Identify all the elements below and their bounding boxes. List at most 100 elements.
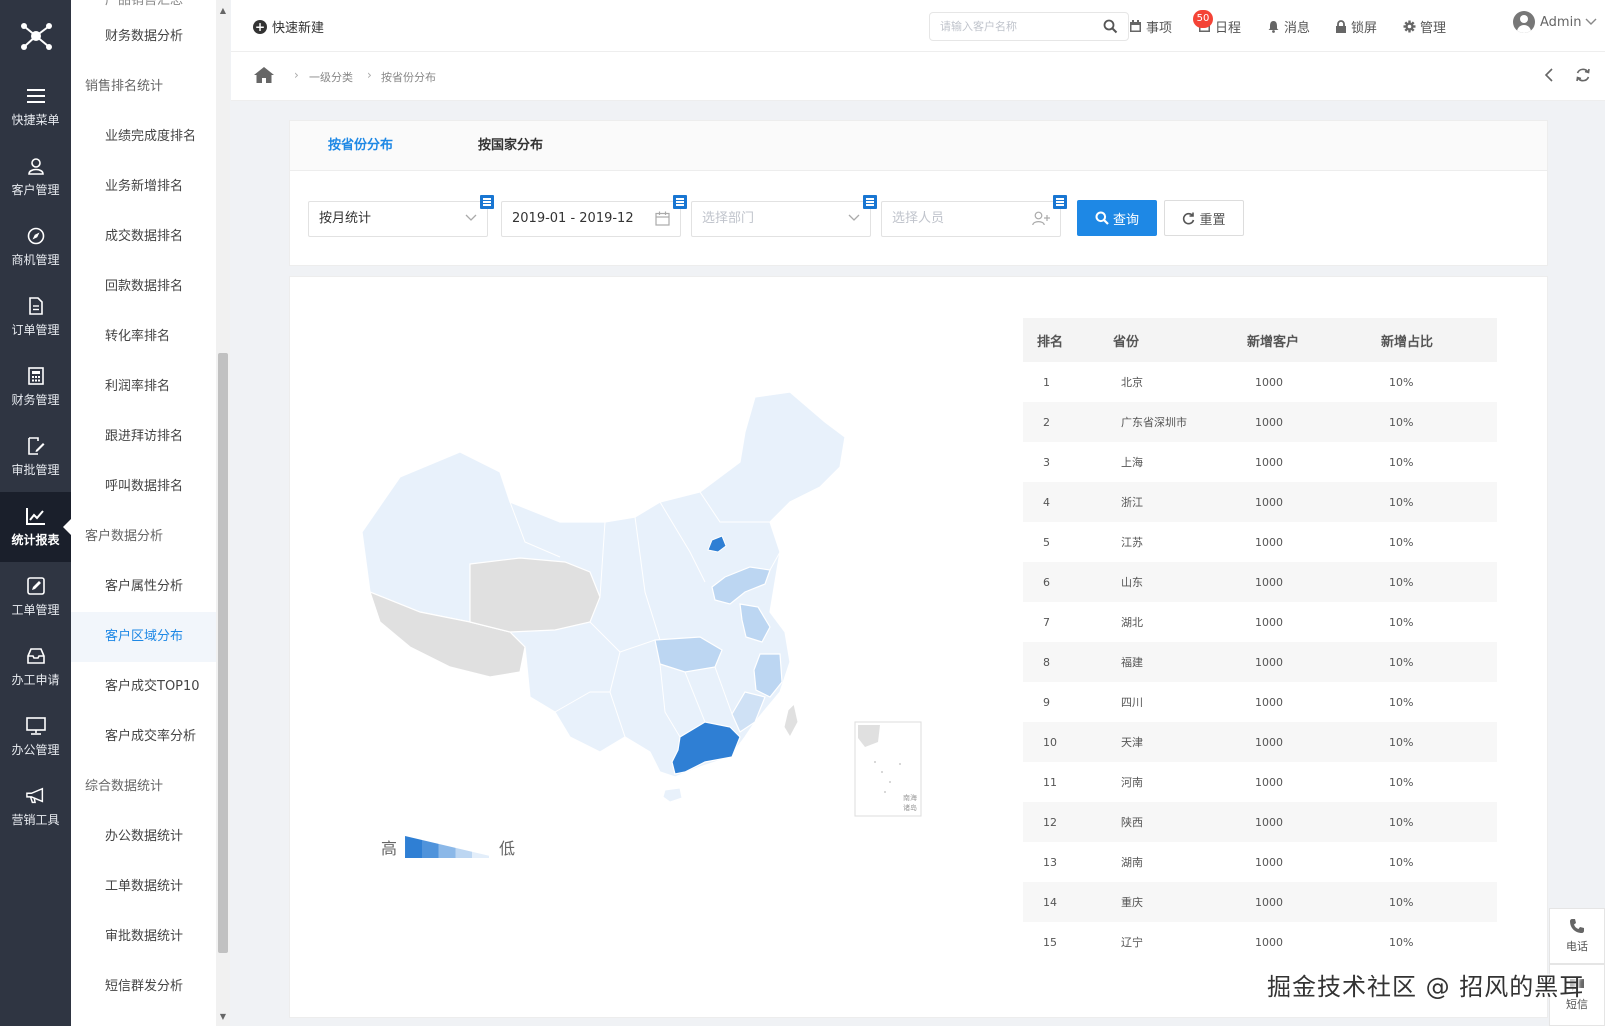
date-range-picker[interactable]: 2019-01 - 2019-12: [501, 195, 687, 237]
user-name: Admin: [1540, 14, 1582, 30]
submenu-item[interactable]: 回款数据排名: [71, 262, 216, 312]
reset-button[interactable]: 重置: [1164, 200, 1244, 236]
table-row[interactable]: 15 辽宁 1000 10%: [1023, 922, 1497, 962]
todo-button[interactable]: 事项: [1129, 17, 1172, 36]
breadcrumb-level1[interactable]: 一级分类: [309, 69, 353, 85]
submenu-item[interactable]: 转化率排名: [71, 312, 216, 362]
table-row[interactable]: 2 广东省深圳市 1000 10%: [1023, 402, 1497, 442]
query-button[interactable]: 查询: [1077, 200, 1157, 236]
table-row[interactable]: 3 上海 1000 10%: [1023, 442, 1497, 482]
lock-screen-button[interactable]: 锁屏: [1335, 17, 1377, 36]
rail-item-label: 客户管理: [11, 183, 60, 197]
table-row[interactable]: 7 湖北 1000 10%: [1023, 602, 1497, 642]
rail-item-8[interactable]: 办工申请: [0, 632, 71, 702]
scroll-down-icon[interactable]: ▼: [216, 1010, 230, 1024]
cell-new-customers: 1000: [1255, 935, 1283, 949]
map-region-hainan[interactable]: [662, 787, 683, 803]
rail-item-4[interactable]: 财务管理: [0, 352, 71, 422]
bell-icon: [1268, 21, 1279, 33]
person-select[interactable]: 选择人员: [881, 195, 1067, 237]
submenu-item[interactable]: 跟进拜访排名: [71, 412, 216, 462]
col-share: 新增占比: [1367, 318, 1497, 362]
submenu-item-clipped[interactable]: 产品销售汇总: [71, 0, 216, 12]
list-corner-icon[interactable]: [480, 195, 494, 209]
table-row[interactable]: 13 湖南 1000 10%: [1023, 842, 1497, 882]
table-row[interactable]: 11 河南 1000 10%: [1023, 762, 1497, 802]
rail-item-0[interactable]: 快捷菜单: [0, 72, 71, 142]
table-row[interactable]: 10 天津 1000 10%: [1023, 722, 1497, 762]
rail-item-6[interactable]: 统计报表: [0, 492, 71, 562]
submenu-item[interactable]: 业务新增排名: [71, 162, 216, 212]
cell-new-customers: 1000: [1255, 615, 1283, 629]
refresh-icon[interactable]: [1575, 67, 1591, 83]
rail-item-2[interactable]: 商机管理: [0, 212, 71, 282]
rail-item-7[interactable]: 工单管理: [0, 562, 71, 632]
submenu-item[interactable]: 办公数据统计: [71, 812, 216, 862]
table-row[interactable]: 4 浙江 1000 10%: [1023, 482, 1497, 522]
customer-search-input[interactable]: [930, 13, 1090, 40]
phone-button[interactable]: 电话: [1549, 908, 1605, 964]
tab-by-province[interactable]: 按省份分布: [328, 121, 393, 171]
submenu-scrollbar[interactable]: ▲ ▼: [216, 0, 230, 1026]
map-region-mainland[interactable]: [361, 392, 846, 778]
map-region-qinghai[interactable]: [469, 557, 601, 633]
table-row[interactable]: 8 福建 1000 10%: [1023, 642, 1497, 682]
tab-by-country[interactable]: 按国家分布: [478, 121, 543, 171]
submenu-item[interactable]: 客户属性分析: [71, 562, 216, 612]
table-row[interactable]: 14 重庆 1000 10%: [1023, 882, 1497, 922]
rail-item-label: 订单管理: [11, 323, 60, 337]
schedule-label: 日程: [1215, 21, 1242, 36]
submenu-group-title: 客户数据分析: [85, 529, 164, 544]
messages-button[interactable]: 消息: [1267, 17, 1310, 36]
table-row[interactable]: 5 江苏 1000 10%: [1023, 522, 1497, 562]
list-corner-icon[interactable]: [673, 195, 687, 209]
map-region-taiwan[interactable]: [783, 703, 799, 739]
scrollbar-thumb[interactable]: [218, 353, 228, 953]
rail-item-9[interactable]: 办公管理: [0, 702, 71, 772]
submenu-item[interactable]: 财务数据分析: [71, 12, 216, 62]
user-menu[interactable]: Admin: [1513, 11, 1597, 33]
submenu-item[interactable]: 工单数据统计: [71, 862, 216, 912]
submenu-item[interactable]: 客户区域分布: [71, 612, 216, 662]
submenu-item[interactable]: 客户成交率分析: [71, 712, 216, 762]
home-icon[interactable]: [253, 66, 275, 84]
person-placeholder: 选择人员: [892, 211, 945, 226]
cell-share: 10%: [1367, 882, 1497, 922]
submenu-item[interactable]: 成交数据排名: [71, 212, 216, 262]
cell-new-customers: 1000: [1255, 695, 1283, 709]
legend-gradient[interactable]: [405, 836, 490, 858]
legend-low-label: 低: [499, 839, 516, 858]
chevron-down-icon: [848, 214, 860, 221]
rail-item-1[interactable]: 客户管理: [0, 142, 71, 212]
rail-item-5[interactable]: 审批管理: [0, 422, 71, 492]
list-corner-icon[interactable]: [1053, 195, 1067, 209]
cell-province: 辽宁: [1121, 936, 1143, 949]
rail-item-10[interactable]: 营销工具: [0, 772, 71, 842]
search-icon: [1095, 211, 1109, 225]
cell-province: 江苏: [1121, 536, 1143, 549]
cell-share: 10%: [1367, 402, 1497, 442]
submenu-item[interactable]: 呼叫数据排名: [71, 462, 216, 512]
manage-button[interactable]: 管理: [1403, 17, 1446, 36]
submenu-item[interactable]: 审批数据统计: [71, 912, 216, 962]
rail-item-3[interactable]: 订单管理: [0, 282, 71, 352]
submenu-item[interactable]: 利润率排名: [71, 362, 216, 412]
chevron-down-icon: [465, 214, 477, 221]
table-row[interactable]: 12 陕西 1000 10%: [1023, 802, 1497, 842]
list-corner-icon[interactable]: [863, 195, 877, 209]
table-row[interactable]: 9 四川 1000 10%: [1023, 682, 1497, 722]
back-arrow-icon[interactable]: [1543, 67, 1555, 83]
messages-label: 消息: [1284, 21, 1311, 36]
submenu-item[interactable]: 短信群发分析: [71, 962, 216, 1012]
period-select[interactable]: 按月统计: [308, 195, 494, 237]
submenu-item[interactable]: 客户成交TOP10: [71, 662, 216, 712]
table-row[interactable]: 1 北京 1000 10%: [1023, 362, 1497, 402]
app-logo[interactable]: [0, 0, 71, 72]
table-row[interactable]: 6 山东 1000 10%: [1023, 562, 1497, 602]
quick-new-button[interactable]: + 快速新建: [253, 17, 324, 36]
search-icon[interactable]: [1103, 19, 1118, 34]
cell-rank: 13: [1043, 855, 1057, 869]
scroll-up-icon[interactable]: ▲: [216, 4, 230, 18]
department-select[interactable]: 选择部门: [691, 195, 877, 237]
submenu-item[interactable]: 业绩完成度排名: [71, 112, 216, 162]
